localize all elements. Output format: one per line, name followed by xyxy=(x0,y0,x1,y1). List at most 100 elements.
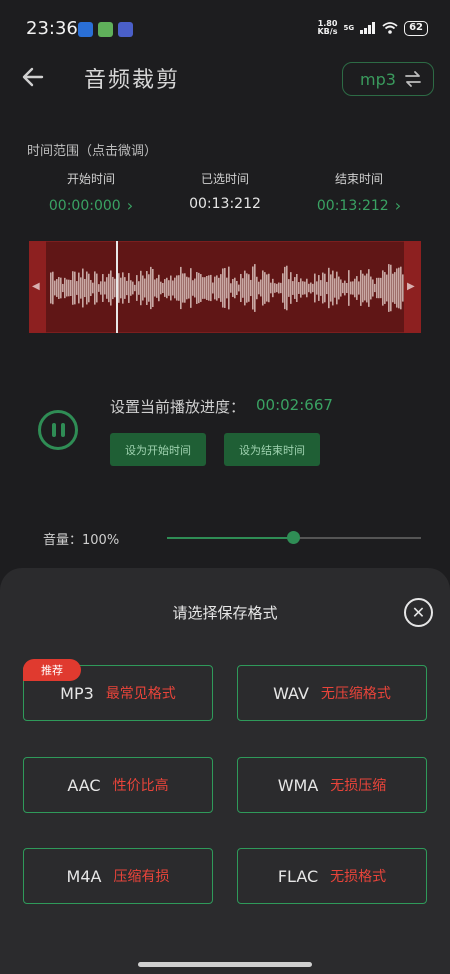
set-end-time-button[interactable]: 设为结束时间 xyxy=(224,433,320,466)
waveform-bar xyxy=(220,274,222,302)
waveform-bar xyxy=(156,278,158,298)
waveform-bar xyxy=(262,270,264,306)
waveform-bar xyxy=(140,270,142,306)
waveform-bar xyxy=(310,282,312,294)
waveform-bar xyxy=(368,269,370,307)
format-option-wav[interactable]: WAV 无压缩格式 xyxy=(237,665,427,721)
format-option-aac[interactable]: AAC 性价比高 xyxy=(23,757,213,813)
waveform-bar xyxy=(222,268,224,308)
waveform-bar xyxy=(184,273,186,303)
start-time-value[interactable]: 00:00:000 › xyxy=(31,196,151,215)
waveform-bar xyxy=(340,279,342,297)
waveform-bar xyxy=(90,279,92,297)
waveform-bar xyxy=(284,266,286,310)
waveform-bar xyxy=(160,281,162,295)
waveform-bar xyxy=(258,281,260,295)
waveform-selection[interactable] xyxy=(29,241,421,333)
waveform-bar xyxy=(138,281,140,295)
waveform-bar xyxy=(288,279,290,297)
waveform-bar xyxy=(394,272,396,304)
set-start-time-button[interactable]: 设为开始时间 xyxy=(110,433,206,466)
waveform-bar xyxy=(110,270,112,306)
waveform-bar xyxy=(384,272,386,304)
time-range-title: 时间范围（点击微调） xyxy=(27,144,158,159)
waveform-bar xyxy=(266,274,268,302)
app-notification-icon xyxy=(118,22,133,37)
trim-end-handle[interactable]: ▶ xyxy=(404,241,421,333)
waveform-bar xyxy=(232,279,234,297)
waveform-bar xyxy=(74,271,76,305)
format-option-m4a[interactable]: M4A 压缩有损 xyxy=(23,848,213,904)
format-option-wma[interactable]: WMA 无损压缩 xyxy=(237,757,427,813)
waveform-bar xyxy=(276,283,278,293)
waveform-bar xyxy=(234,277,236,299)
waveform-bar xyxy=(314,273,316,303)
progress-label: 设置当前播放进度： xyxy=(110,398,246,416)
waveform-bar xyxy=(196,272,198,304)
volume-slider-fill xyxy=(167,537,293,539)
waveform-bar xyxy=(356,276,358,300)
waveform-bar xyxy=(254,264,256,312)
waveform-bar xyxy=(104,281,106,295)
waveform-bar xyxy=(192,280,194,296)
trim-start-handle[interactable]: ◀ xyxy=(29,241,46,333)
waveform-bar xyxy=(166,277,168,299)
waveform-bar xyxy=(274,283,276,293)
selected-time-value: 00:13:212 xyxy=(189,196,261,212)
close-icon[interactable]: ✕ xyxy=(404,598,433,627)
waveform-bar xyxy=(366,273,368,303)
back-arrow-icon[interactable] xyxy=(20,64,46,90)
waveform-bar xyxy=(400,266,402,310)
waveform-bar xyxy=(390,264,392,312)
waveform-bar xyxy=(346,283,348,293)
progress-value[interactable]: 00:02:667 xyxy=(256,396,333,414)
waveform-bar xyxy=(260,279,262,297)
waveform-bar xyxy=(142,275,144,301)
format-option-flac[interactable]: FLAC 无损格式 xyxy=(237,848,427,904)
waveform-bar xyxy=(256,276,258,300)
waveform-bar xyxy=(358,281,360,295)
waveform-bar xyxy=(66,279,68,297)
waveform-bar xyxy=(296,273,298,303)
waveform-bar xyxy=(272,278,274,298)
waveform-bar xyxy=(206,276,208,300)
waveform-bar xyxy=(132,281,134,295)
end-time-value[interactable]: 00:13:212 › xyxy=(299,196,419,215)
volume-label: 音量：100% xyxy=(43,533,120,548)
status-indicators: 1.80 KB/s 5G 62 xyxy=(317,20,428,36)
waveform-bar xyxy=(372,279,374,297)
waveform-bar xyxy=(370,276,372,300)
waveform-bar xyxy=(162,282,164,294)
waveform-bar xyxy=(106,277,108,299)
waveform-bar xyxy=(226,277,228,299)
pause-button[interactable] xyxy=(38,410,78,450)
waveform-bar xyxy=(336,271,338,305)
waveform-bar xyxy=(330,274,332,302)
waveform-bar xyxy=(98,284,100,292)
waveform-bar xyxy=(398,267,400,309)
waveform-bar xyxy=(64,277,66,299)
arrow-left-icon: ◀ xyxy=(32,281,40,292)
format-switch-button[interactable]: mp3 xyxy=(342,62,434,96)
battery-icon: 62 xyxy=(404,20,428,36)
waveform-bar xyxy=(238,284,240,292)
waveform-bar xyxy=(144,278,146,298)
waveform-bar xyxy=(388,264,390,312)
waveform-bar xyxy=(322,272,324,304)
sheet-title: 请选择保存格式 xyxy=(172,604,278,622)
waveform-bar xyxy=(380,277,382,299)
waveform-bar xyxy=(94,271,96,305)
waveform-bar xyxy=(170,275,172,301)
waveform-bar xyxy=(240,273,242,303)
waveform-bar xyxy=(172,280,174,296)
waveform-bar xyxy=(146,271,148,305)
waveform-bar xyxy=(216,275,218,301)
waveform-bar xyxy=(194,278,196,298)
home-indicator[interactable] xyxy=(138,962,312,967)
volume-slider-knob[interactable] xyxy=(287,531,300,544)
waveform-bar xyxy=(174,277,176,299)
waveform-bar xyxy=(134,284,136,292)
swap-icon xyxy=(405,71,421,87)
waveform-bar xyxy=(158,274,160,302)
playhead-cursor[interactable] xyxy=(116,241,118,333)
